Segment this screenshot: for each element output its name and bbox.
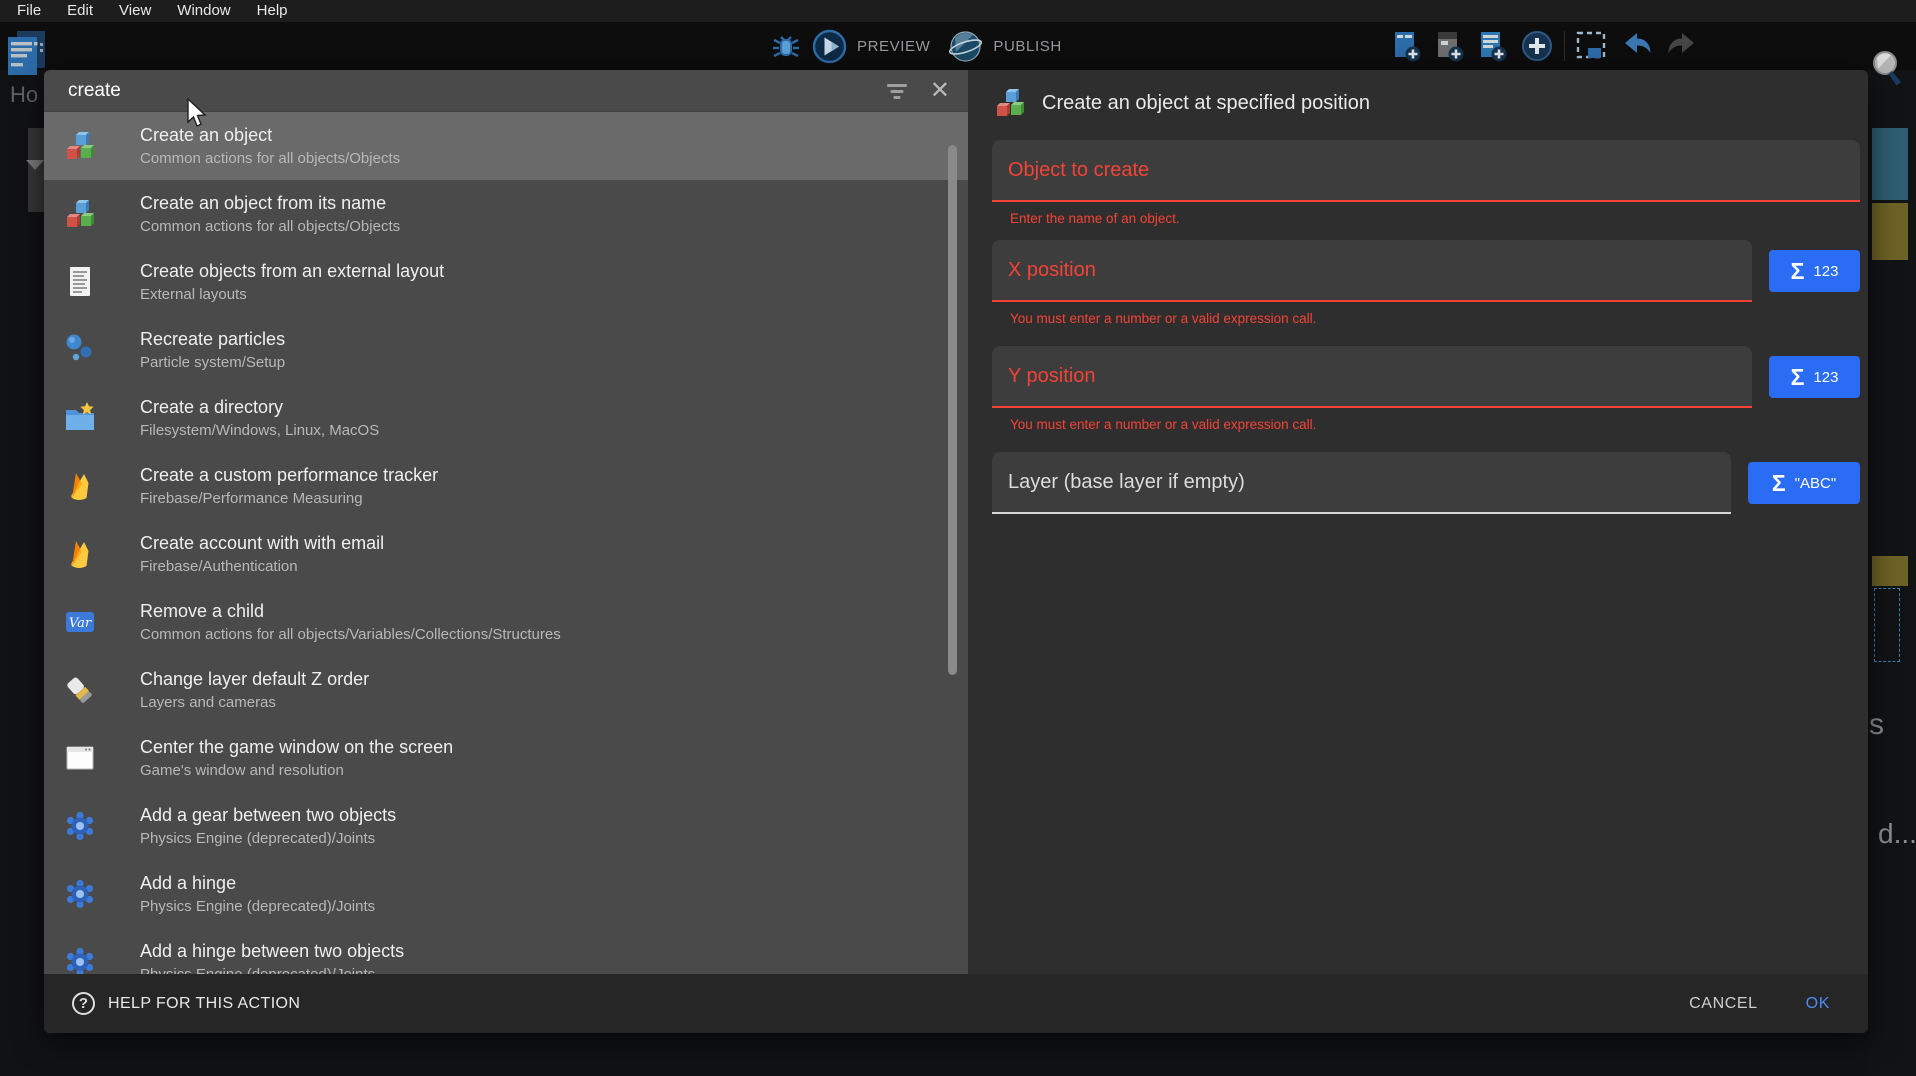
add-circle-icon[interactable] — [1519, 28, 1555, 64]
action-list-item[interactable]: Recreate particlesParticle system/Setup — [44, 316, 968, 384]
scene-selection-outline — [1874, 588, 1900, 662]
y-expression-button[interactable]: Σ 123 — [1769, 356, 1860, 398]
toolbar-separator — [1564, 31, 1565, 61]
menu-item-help[interactable]: Help — [244, 0, 301, 22]
action-list-item[interactable]: Add a hingePhysics Engine (deprecated)/J… — [44, 860, 968, 928]
scene-object-olive — [1872, 203, 1908, 260]
cubes-icon — [62, 196, 98, 232]
svg-text:Var: Var — [69, 616, 92, 631]
action-list-item[interactable]: Center the game window on the screenGame… — [44, 724, 968, 792]
cancel-button[interactable]: CANCEL — [1689, 995, 1758, 1013]
add-external-layout-icon[interactable] — [1476, 29, 1510, 63]
background-panel-edge — [28, 128, 44, 212]
action-list-item[interactable]: Change layer default Z orderLayers and c… — [44, 656, 968, 724]
selection-icon[interactable] — [1574, 29, 1610, 63]
action-list: Create an objectCommon actions for all o… — [44, 112, 968, 974]
action-config-pane: Create an object at specified position O… — [968, 70, 1868, 1033]
folder-star-icon — [62, 400, 98, 436]
search-bar: ✕ — [44, 70, 968, 112]
action-list-item[interactable]: Create an object from its nameCommon act… — [44, 180, 968, 248]
x-position-field[interactable]: X position — [992, 240, 1752, 302]
search-input[interactable] — [68, 80, 884, 102]
menu-item-file[interactable]: File — [4, 0, 54, 22]
project-manager-icon[interactable] — [5, 30, 49, 76]
instruction-editor-dialog: ✕ Create an objectCommon actions for all… — [44, 70, 1868, 1033]
sigma-icon: Σ — [1791, 364, 1805, 391]
screen: FileEditViewWindowHelp PREVIEW PUBLISH — [0, 0, 1916, 1076]
action-list-item[interactable]: Add a hinge between two objectsPhysics E… — [44, 928, 968, 974]
action-list-item[interactable]: Var Remove a childCommon actions for all… — [44, 588, 968, 656]
particles-icon — [62, 332, 98, 368]
list-scrollbar[interactable] — [948, 145, 957, 675]
object-field-helper: Enter the name of an object. — [1010, 211, 1860, 226]
x-field-error: You must enter a number or a valid expre… — [1010, 311, 1860, 326]
add-external-events-icon[interactable] — [1433, 29, 1467, 63]
cubes-icon — [62, 128, 98, 164]
y-field-error: You must enter a number or a valid expre… — [1010, 417, 1860, 432]
action-list-item[interactable]: Create account with with emailFirebase/A… — [44, 520, 968, 588]
dialog-footer: ? HELP FOR THIS ACTION CANCEL OK — [44, 974, 1868, 1033]
add-scene-icon[interactable] — [1390, 29, 1424, 63]
scene-text-partial: d... — [1878, 818, 1916, 850]
variable-icon: Var — [62, 604, 98, 640]
chevron-down-icon — [26, 160, 44, 170]
menu-item-view[interactable]: View — [106, 0, 164, 22]
action-list-item[interactable]: Create a custom performance trackerFireb… — [44, 452, 968, 520]
debug-icon[interactable] — [770, 29, 802, 63]
document-icon — [62, 264, 98, 300]
scene-object-olive — [1872, 556, 1908, 586]
firebase-icon — [62, 468, 98, 504]
panel-title: Create an object at specified position — [1042, 92, 1370, 115]
question-circle-icon: ? — [72, 992, 95, 1015]
toolbar: PREVIEW PUBLISH — [0, 22, 1916, 70]
object-to-create-field[interactable]: Object to create — [992, 140, 1860, 202]
filter-icon[interactable] — [884, 81, 910, 101]
window-icon — [62, 740, 98, 776]
action-list-item[interactable]: Add a gear between two objectsPhysics En… — [44, 792, 968, 860]
publish-globe-icon[interactable] — [947, 28, 984, 65]
search-magnifier-icon[interactable] — [1868, 48, 1908, 90]
menu-item-window[interactable]: Window — [164, 0, 243, 22]
ok-button[interactable]: OK — [1806, 995, 1830, 1013]
gear-icon — [62, 944, 98, 974]
close-icon[interactable]: ✕ — [930, 79, 950, 103]
action-chooser-pane: ✕ Create an objectCommon actions for all… — [44, 70, 968, 1033]
action-list-item[interactable]: Create a directoryFilesystem/Windows, Li… — [44, 384, 968, 452]
preview-play-icon[interactable] — [811, 28, 848, 65]
preview-button[interactable]: PREVIEW — [857, 38, 930, 55]
gear-icon — [62, 808, 98, 844]
redo-icon[interactable] — [1664, 29, 1700, 63]
layer-expression-button[interactable]: Σ "ABC" — [1748, 462, 1860, 504]
sigma-icon: Σ — [1791, 258, 1805, 285]
sigma-icon: Σ — [1772, 470, 1786, 497]
x-expression-button[interactable]: Σ 123 — [1769, 250, 1860, 292]
scene-editor-remnant: s d... — [1868, 70, 1916, 1076]
gear-icon — [62, 876, 98, 912]
scene-text-partial: s — [1869, 708, 1884, 742]
help-for-this-action-button[interactable]: ? HELP FOR THIS ACTION — [72, 992, 300, 1015]
publish-button[interactable]: PUBLISH — [993, 38, 1061, 55]
action-list-item[interactable]: Create an objectCommon actions for all o… — [44, 112, 968, 180]
eraser-icon — [62, 672, 98, 708]
menu-bar: FileEditViewWindowHelp — [0, 0, 1916, 22]
undo-icon[interactable] — [1619, 29, 1655, 63]
action-list-item[interactable]: Create objects from an external layoutEx… — [44, 248, 968, 316]
firebase-icon — [62, 536, 98, 572]
scene-object-teal — [1872, 128, 1908, 200]
cubes-icon — [992, 85, 1028, 121]
home-tab-partial: Ho — [10, 82, 38, 108]
menu-item-edit[interactable]: Edit — [54, 0, 106, 22]
y-position-field[interactable]: Y position — [992, 346, 1752, 408]
layer-field[interactable]: Layer (base layer if empty) — [992, 452, 1731, 514]
